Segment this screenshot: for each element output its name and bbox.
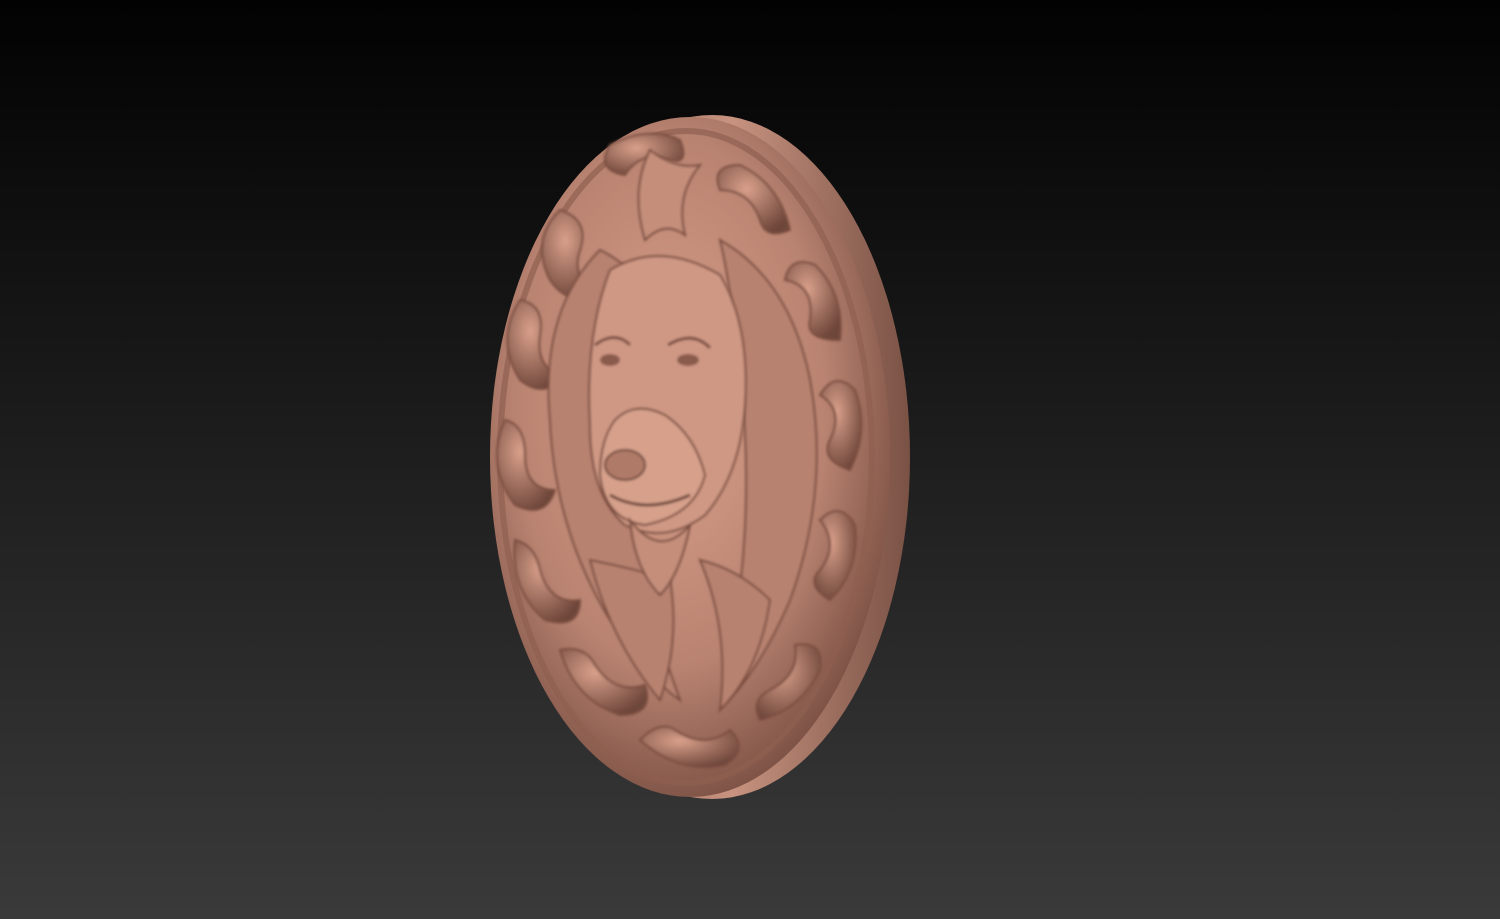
lion-left-eye: [600, 354, 620, 366]
lion-nose: [604, 449, 646, 481]
lion-head-medallion-icon[interactable]: [490, 115, 910, 799]
lion-right-eye: [677, 354, 699, 366]
render-canvas[interactable]: [0, 0, 1500, 919]
3d-viewport[interactable]: [0, 0, 1500, 919]
